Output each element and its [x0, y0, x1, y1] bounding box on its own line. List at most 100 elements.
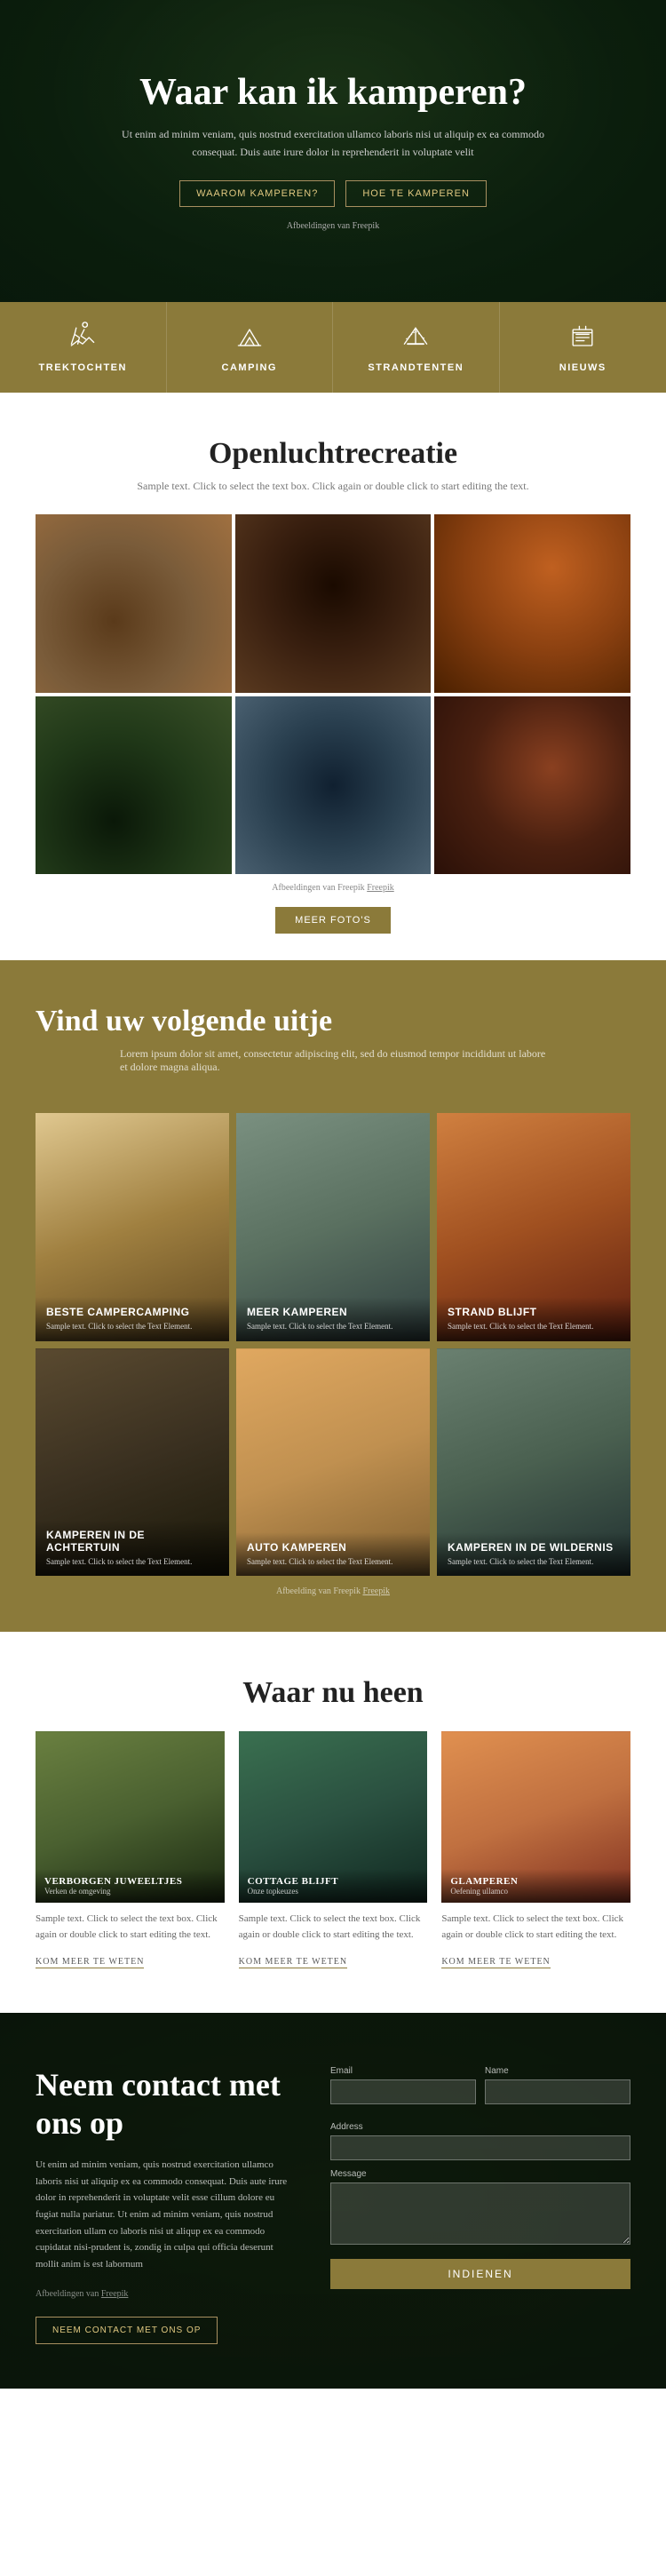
trip-card-text-3: Sample text. Click to select the Text El…: [46, 1556, 218, 1568]
trip-card-text-2: Sample text. Click to select the Text El…: [448, 1321, 620, 1332]
outdoor-subtitle: Sample text. Click to select the text bo…: [120, 480, 546, 493]
message-group: Message: [330, 2169, 630, 2245]
hero-credit: Afbeeldingen van Freepik: [287, 221, 379, 231]
where-card-text-1: Sample text. Click to select the text bo…: [239, 1912, 428, 1943]
where-card-link-2[interactable]: KOM MEER TE WETEN: [441, 1957, 550, 1968]
where-card-image-1[interactable]: COTTAGE BLIJFT Onze topkeuzes: [239, 1731, 428, 1903]
where-grid: VERBORGEN JUWEELTJES Verken de omgeving …: [36, 1731, 630, 1968]
outdoor-photo-2[interactable]: [235, 514, 432, 693]
contact-button[interactable]: NEEM CONTACT MET ONS OP: [36, 2317, 218, 2344]
trip-card-title-5: KAMPEREN IN DE WILDERNIS: [448, 1541, 620, 1554]
message-input[interactable]: [330, 2182, 630, 2245]
camping-icon: [234, 322, 266, 354]
contact-title: Neem contact met ons op: [36, 2066, 295, 2143]
contact-section: Neem contact met ons op Ut enim ad minim…: [0, 2013, 666, 2389]
where-badge-sub-1: Onze topkeuzes: [248, 1887, 419, 1896]
trip-card-title-0: BESTE CAMPERCAMPING: [46, 1306, 218, 1318]
name-group: Name: [485, 2066, 630, 2104]
nav-item-nieuws[interactable]: NIEUWS: [500, 302, 666, 393]
where-card-1: COTTAGE BLIJFT Onze topkeuzes Sample tex…: [239, 1731, 428, 1968]
address-label: Address: [330, 2122, 630, 2132]
contact-text: Ut enim ad minim veniam, quis nostrud ex…: [36, 2157, 295, 2273]
contact-credit: Afbeeldingen van Freepik: [36, 2289, 295, 2299]
how-camping-button[interactable]: HOE TE KAMPEREN: [345, 180, 487, 207]
trip-credit-link[interactable]: Freepik: [362, 1586, 390, 1596]
outdoor-photo-5[interactable]: [235, 696, 432, 875]
where-card-0: VERBORGEN JUWEELTJES Verken de omgeving …: [36, 1731, 225, 1968]
submit-button[interactable]: INDIENEN: [330, 2259, 630, 2289]
email-group: Email: [330, 2066, 476, 2104]
where-badge-title-0: VERBORGEN JUWEELTJES: [44, 1876, 216, 1887]
outdoor-credit-link[interactable]: Freepik: [367, 883, 394, 893]
trip-card-title-4: AUTO KAMPEREN: [247, 1541, 419, 1554]
form-row-top: Email Name: [330, 2066, 630, 2113]
next-trip-section: Vind uw volgende uitje Lorem ipsum dolor…: [0, 960, 666, 1632]
trip-card-text-4: Sample text. Click to select the Text El…: [247, 1556, 419, 1568]
where-badge-title-1: COTTAGE BLIJFT: [248, 1876, 419, 1887]
hero-buttons: WAAROM KAMPEREN? HOE TE KAMPEREN: [179, 180, 487, 207]
where-card-link-0[interactable]: KOM MEER TE WETEN: [36, 1957, 144, 1968]
trip-card-3[interactable]: KAMPEREN IN DE ACHTERTUIN Sample text. C…: [36, 1348, 229, 1576]
outdoor-photo-3[interactable]: [434, 514, 630, 693]
nav-item-trektochten[interactable]: TREKTOCHTEN: [0, 302, 167, 393]
hike-icon: [67, 322, 99, 354]
hero-subtitle: Ut enim ad minim veniam, quis nostrud ex…: [120, 126, 546, 160]
where-badge-title-2: GLAMPEREN: [450, 1876, 622, 1887]
where-badge-sub-0: Verken de omgeving: [44, 1887, 216, 1896]
trip-card-title-1: MEER KAMPEREN: [247, 1306, 419, 1318]
where-badge-sub-2: Oefening ullamco: [450, 1887, 622, 1896]
contact-left: Neem contact met ons op Ut enim ad minim…: [36, 2066, 295, 2344]
more-photos-button[interactable]: MEER FOTO'S: [275, 907, 391, 934]
address-group: Address: [330, 2122, 630, 2160]
contact-form: Email Name Address Message INDIENEN: [330, 2066, 630, 2289]
email-label: Email: [330, 2066, 476, 2076]
trip-grid: BESTE CAMPERCAMPING Sample text. Click t…: [36, 1113, 630, 1576]
nav-item-strandtenten[interactable]: STRANDTENTEN: [333, 302, 500, 393]
where-title: Waar nu heen: [36, 1676, 630, 1710]
trip-card-5[interactable]: KAMPEREN IN DE WILDERNIS Sample text. Cl…: [437, 1348, 630, 1576]
why-camping-button[interactable]: WAAROM KAMPEREN?: [179, 180, 335, 207]
outdoor-photo-6[interactable]: [434, 696, 630, 875]
name-label: Name: [485, 2066, 630, 2076]
address-input[interactable]: [330, 2135, 630, 2160]
news-icon: [567, 322, 599, 354]
nav-label-nieuws: NIEUWS: [559, 362, 607, 373]
trip-card-1[interactable]: MEER KAMPEREN Sample text. Click to sele…: [236, 1113, 430, 1340]
nav-item-camping[interactable]: CAMPING: [167, 302, 334, 393]
trip-card-text-5: Sample text. Click to select the Text El…: [448, 1556, 620, 1568]
outdoor-title: Openluchtrecreatie: [36, 437, 630, 471]
trip-card-0[interactable]: BESTE CAMPERCAMPING Sample text. Click t…: [36, 1113, 229, 1340]
where-card-2: GLAMPEREN Oefening ullamco Sample text. …: [441, 1731, 630, 1968]
where-card-text-2: Sample text. Click to select the text bo…: [441, 1912, 630, 1943]
next-trip-title: Vind uw volgende uitje: [36, 1005, 630, 1038]
nav-label-trektochten: TREKTOCHTEN: [39, 362, 127, 373]
outdoor-photo-1[interactable]: [36, 514, 232, 693]
category-nav: TREKTOCHTEN CAMPING STRANDTENTEN NIEUWS: [0, 302, 666, 393]
where-card-image-0[interactable]: VERBORGEN JUWEELTJES Verken de omgeving: [36, 1731, 225, 1903]
trip-card-2[interactable]: STRAND BLIJFT Sample text. Click to sele…: [437, 1113, 630, 1340]
hero-title: Waar kan ik kamperen?: [139, 71, 527, 114]
outdoor-section: Openluchtrecreatie Sample text. Click to…: [0, 393, 666, 960]
hero-section: Waar kan ik kamperen? Ut enim ad minim v…: [0, 0, 666, 302]
message-label: Message: [330, 2169, 630, 2179]
trip-card-title-3: KAMPEREN IN DE ACHTERTUIN: [46, 1529, 218, 1554]
where-section: Waar nu heen VERBORGEN JUWEELTJES Verken…: [0, 1632, 666, 2013]
where-card-text-0: Sample text. Click to select the text bo…: [36, 1912, 225, 1943]
outdoor-photo-4[interactable]: [36, 696, 232, 875]
email-input[interactable]: [330, 2079, 476, 2104]
nav-label-camping: CAMPING: [222, 362, 277, 373]
outdoor-photo-credit: Afbeeldingen van Freepik Freepik: [36, 883, 630, 893]
trip-credit: Afbeelding van Freepik Freepik: [36, 1586, 630, 1596]
name-input[interactable]: [485, 2079, 630, 2104]
trip-card-4[interactable]: AUTO KAMPEREN Sample text. Click to sele…: [236, 1348, 430, 1576]
trip-card-text-0: Sample text. Click to select the Text El…: [46, 1321, 218, 1332]
where-card-link-1[interactable]: KOM MEER TE WETEN: [239, 1957, 347, 1968]
outdoor-photo-grid: [36, 514, 630, 874]
contact-credit-link[interactable]: Freepik: [101, 2289, 129, 2299]
where-card-image-2[interactable]: GLAMPEREN Oefening ullamco: [441, 1731, 630, 1903]
nav-label-strandtenten: STRANDTENTEN: [368, 362, 464, 373]
tent-icon: [400, 322, 432, 354]
next-trip-subtitle: Lorem ipsum dolor sit amet, consectetur …: [120, 1047, 546, 1074]
trip-card-text-1: Sample text. Click to select the Text El…: [247, 1321, 419, 1332]
trip-card-title-2: STRAND BLIJFT: [448, 1306, 620, 1318]
